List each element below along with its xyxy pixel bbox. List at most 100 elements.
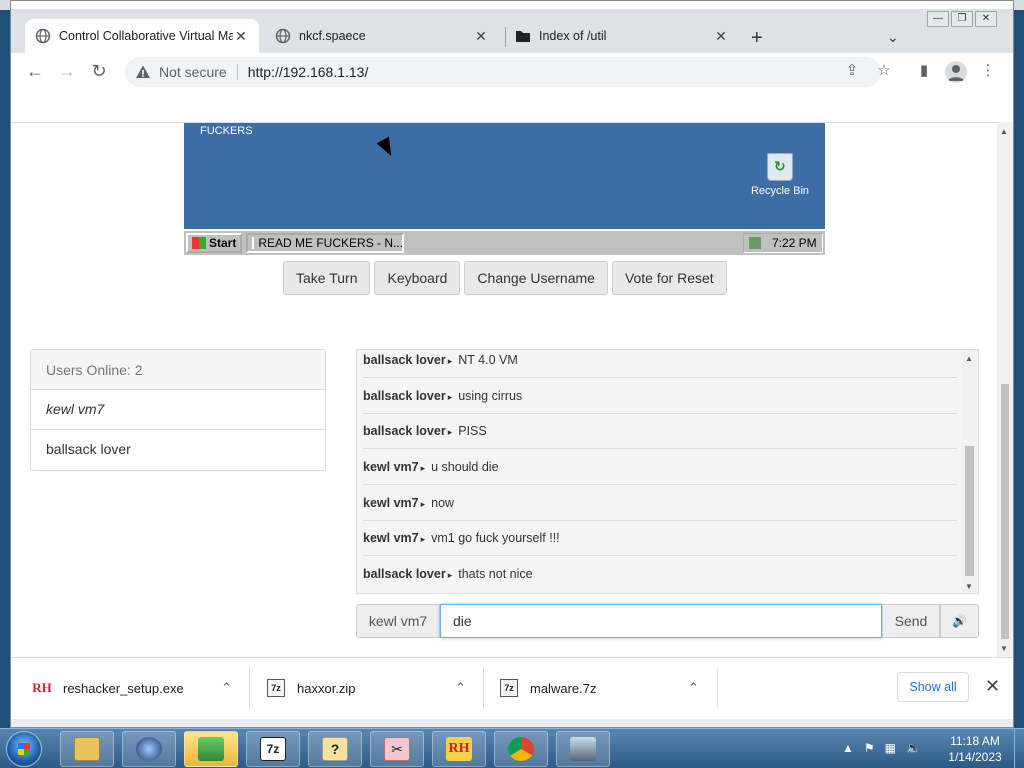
close-icon[interactable]: ✕	[713, 28, 729, 45]
chat-message: ballsack lover PISS	[363, 413, 957, 449]
page-content: FUCKERS Recycle Bin Start READ ME FUCKER…	[11, 122, 997, 657]
tab-strip: Control Collaborative Virtual Ma ✕ nkcf.…	[11, 9, 1013, 53]
show-desktop-button[interactable]	[1014, 729, 1024, 768]
download-item[interactable]: 7z malware.7z ⌃	[500, 670, 699, 706]
globe-app-icon	[136, 737, 162, 761]
clock-date: 1/14/2023	[948, 750, 1002, 764]
new-tab-button[interactable]: +	[751, 27, 763, 50]
vote-reset-button[interactable]: Vote for Reset	[611, 261, 727, 295]
tab-index-util[interactable]: Index of /util ✕	[505, 19, 739, 53]
chat-text: now	[431, 495, 455, 510]
chat-text: u should die	[431, 459, 499, 474]
download-item[interactable]: RH reshacker_setup.exe ⌃	[32, 670, 232, 706]
chat-username: ballsack lover	[363, 389, 452, 403]
download-shelf: RH reshacker_setup.exe ⌃ 7z haxxor.zip ⌃…	[11, 657, 1013, 719]
bookmark-star-icon[interactable]: ☆	[873, 61, 895, 83]
chat-username: kewl vm7	[363, 460, 425, 474]
take-turn-button[interactable]: Take Turn	[283, 261, 371, 295]
keyboard-button[interactable]: Keyboard	[374, 261, 461, 295]
chat-scrollbar[interactable]: ▲ ▼	[961, 350, 978, 593]
users-online-header: Users Online: 2	[31, 350, 325, 390]
chat-text: PISS	[458, 423, 487, 438]
explorer-taskbar-button[interactable]	[60, 731, 114, 767]
chat-input[interactable]	[440, 604, 882, 638]
users-app-taskbar-button[interactable]	[184, 731, 238, 767]
desktop-file-label: FUCKERS	[200, 125, 253, 137]
download-item[interactable]: 7z haxxor.zip ⌃	[267, 670, 466, 706]
tray-chevron-up-icon[interactable]: ▲	[842, 741, 854, 755]
back-arrow-icon[interactable]: ←	[23, 61, 47, 83]
user-list-item[interactable]: kewl vm7	[31, 390, 325, 430]
vm-task-item[interactable]: READ ME FUCKERS - N...	[246, 233, 405, 253]
chevron-up-icon[interactable]: ⌃	[221, 680, 232, 696]
omnibox-divider	[236, 64, 238, 80]
vm-controls: Take Turn Keyboard Change Username Vote …	[283, 261, 727, 295]
app-taskbar-button[interactable]	[122, 731, 176, 767]
system-clock[interactable]: 11:18 AM 1/14/2023	[940, 733, 1010, 765]
side-panel-icon[interactable]: ▮	[913, 61, 935, 83]
recycle-bin-shortcut[interactable]: Recycle Bin	[745, 153, 815, 197]
chat-text: vm1 go fuck yourself !!!	[431, 530, 560, 545]
globe-icon	[35, 28, 51, 44]
network-icon[interactable]: ▦	[885, 741, 896, 755]
chat-message: kewl vm7 u should die	[363, 449, 957, 485]
tab-search-chevron-icon[interactable]: ⌄	[887, 29, 899, 46]
show-all-button[interactable]: Show all	[897, 672, 969, 702]
chat-message: ballsack lover thats not nice	[363, 556, 957, 592]
send-button[interactable]: Send	[882, 604, 940, 638]
notepad-icon	[252, 237, 255, 249]
user-list-item[interactable]: ballsack lover	[31, 430, 325, 470]
close-icon[interactable]: ✕	[233, 28, 249, 45]
forward-arrow-icon[interactable]: →	[55, 61, 79, 83]
security-label: Not secure	[159, 64, 227, 80]
vm-screen[interactable]: FUCKERS Recycle Bin Start READ ME FUCKER…	[184, 123, 825, 255]
close-icon[interactable]: ✕	[985, 676, 1000, 697]
computer-taskbar-button[interactable]	[556, 731, 610, 767]
volume-icon[interactable]: 🔈	[906, 741, 921, 755]
chrome-taskbar-button[interactable]	[494, 731, 548, 767]
restore-button[interactable]: ❐	[951, 11, 973, 27]
start-label: Start	[209, 236, 237, 250]
vm-start-button[interactable]: Start	[186, 233, 243, 253]
chevron-up-icon[interactable]: ⌃	[455, 680, 466, 696]
change-username-button[interactable]: Change Username	[464, 261, 608, 295]
start-orb-icon[interactable]	[6, 731, 42, 767]
page-scroll-thumb[interactable]	[1001, 384, 1009, 639]
help-taskbar-button[interactable]: ?	[308, 731, 362, 767]
warning-icon	[135, 64, 151, 80]
reshacker-taskbar-button[interactable]: RH	[432, 731, 486, 767]
close-icon[interactable]: ✕	[473, 28, 489, 45]
scroll-up-icon[interactable]: ▲	[965, 354, 973, 363]
address-bar[interactable]: Not secure http://192.168.1.13/	[125, 57, 881, 87]
snipping-taskbar-button[interactable]: ✂	[370, 731, 424, 767]
minimize-button[interactable]: —	[927, 11, 949, 27]
chat-username: ballsack lover	[363, 353, 452, 367]
share-icon[interactable]: ⇪	[841, 61, 863, 83]
users-panel: Users Online: 2 kewl vm7 ballsack lover	[30, 349, 326, 471]
chat-text: NT 4.0 VM	[458, 352, 518, 367]
reload-icon[interactable]: ↻	[87, 61, 111, 83]
people-icon	[198, 737, 224, 761]
chat-scroll-thumb[interactable]	[965, 446, 974, 576]
menu-kebab-icon[interactable]: ⋮	[977, 61, 999, 83]
chat-message: kewl vm7 vm1 go fuck yourself !!!	[363, 520, 957, 556]
window-bottom-border	[11, 719, 1013, 727]
scroll-down-icon[interactable]: ▼	[965, 582, 973, 591]
reshacker-icon: RH	[446, 737, 472, 761]
tab-cvm[interactable]: Control Collaborative Virtual Ma ✕	[25, 19, 259, 53]
chat-text: using cirrus	[458, 388, 523, 403]
download-filename: malware.7z	[530, 680, 597, 696]
globe-icon	[275, 28, 291, 44]
volume-icon[interactable]: 🔊	[940, 604, 979, 638]
scroll-up-icon[interactable]: ▲	[1000, 127, 1008, 136]
chat-text: thats not nice	[458, 567, 533, 581]
close-window-button[interactable]: ✕	[975, 11, 997, 27]
page-scrollbar[interactable]: ▲ ▼	[997, 122, 1013, 657]
chevron-up-icon[interactable]: ⌃	[688, 680, 699, 696]
zip-icon: 7z	[500, 679, 518, 697]
scroll-down-icon[interactable]: ▼	[1000, 644, 1008, 653]
tab-nkcf[interactable]: nkcf.spaece ✕	[265, 19, 499, 53]
7zip-taskbar-button[interactable]: 7z	[246, 731, 300, 767]
flag-icon[interactable]: ⚑	[864, 741, 875, 755]
profile-avatar-icon[interactable]	[945, 61, 967, 83]
